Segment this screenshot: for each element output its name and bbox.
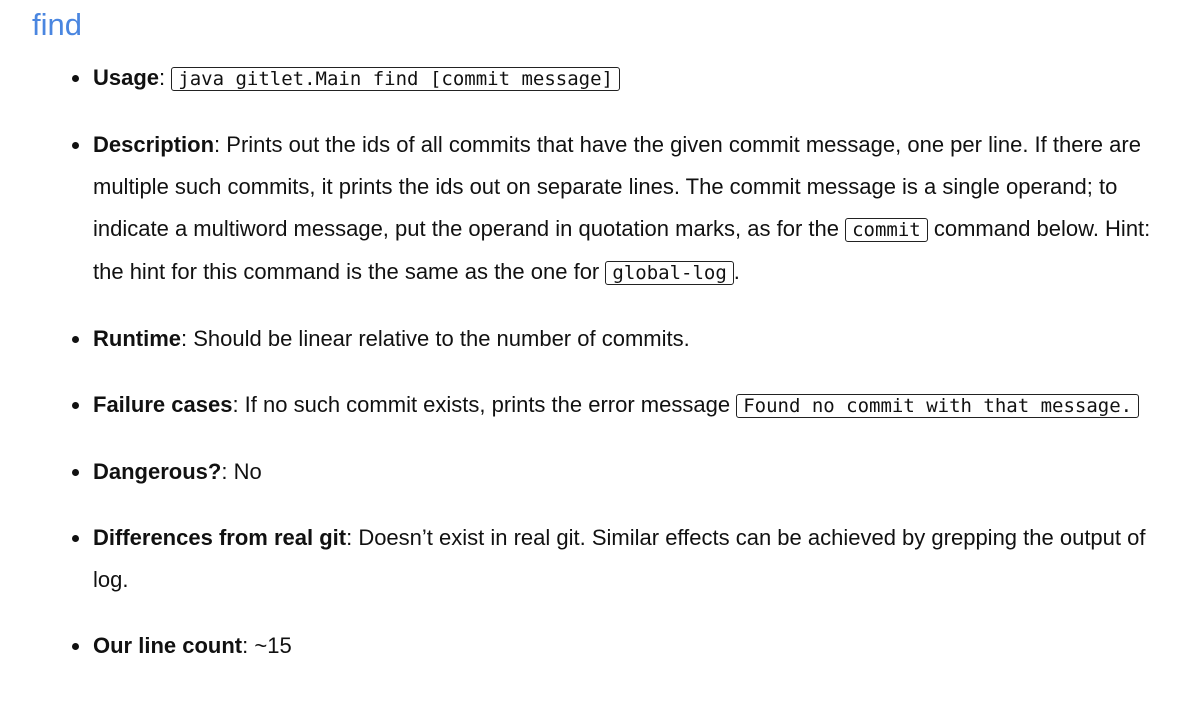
commit-code: commit: [845, 218, 928, 242]
description-label: Description: [93, 132, 215, 157]
description-colon: :: [214, 132, 227, 157]
runtime-label: Runtime: [93, 326, 181, 351]
list-item-usage: Usage: java gitlet.Main find [commit mes…: [72, 57, 1153, 100]
dangerous-colon: :: [221, 459, 234, 484]
runtime-colon: :: [181, 326, 194, 351]
section-heading: find: [32, 7, 82, 42]
usage-colon: :: [159, 65, 172, 90]
dangerous-label: Dangerous?: [93, 459, 222, 484]
line-count-text: ~15: [254, 633, 292, 658]
failure-cases-colon: :: [232, 392, 245, 417]
runtime-text: Should be linear relative to the number …: [193, 326, 690, 351]
list-item-failure-cases: Failure cases: If no such commit exists,…: [72, 384, 1153, 427]
usage-label: Usage: [93, 65, 160, 90]
differences-colon: :: [346, 525, 359, 550]
line-count-label: Our line count: [93, 633, 243, 658]
error-message-code: Found no commit with that message.: [736, 394, 1140, 418]
global-log-code: global-log: [605, 261, 734, 285]
command-spec-list: Usage: java gitlet.Main find [commit mes…: [0, 57, 1153, 691]
line-count-colon: :: [242, 633, 255, 658]
usage-code: java gitlet.Main find [commit message]: [171, 67, 620, 91]
dangerous-text: No: [233, 459, 262, 484]
list-item-runtime: Runtime: Should be linear relative to th…: [72, 318, 1153, 360]
list-item-line-count: Our line count: ~15: [72, 625, 1153, 667]
differences-label: Differences from real git: [93, 525, 347, 550]
description-period: .: [733, 259, 740, 284]
failure-cases-text: If no such commit exists, prints the err…: [244, 392, 737, 417]
list-item-description: Description: Prints out the ids of all c…: [72, 124, 1153, 294]
list-item-dangerous: Dangerous?: No: [72, 451, 1153, 493]
list-item-differences: Differences from real git: Doesn’t exist…: [72, 517, 1153, 601]
failure-cases-label: Failure cases: [93, 392, 233, 417]
